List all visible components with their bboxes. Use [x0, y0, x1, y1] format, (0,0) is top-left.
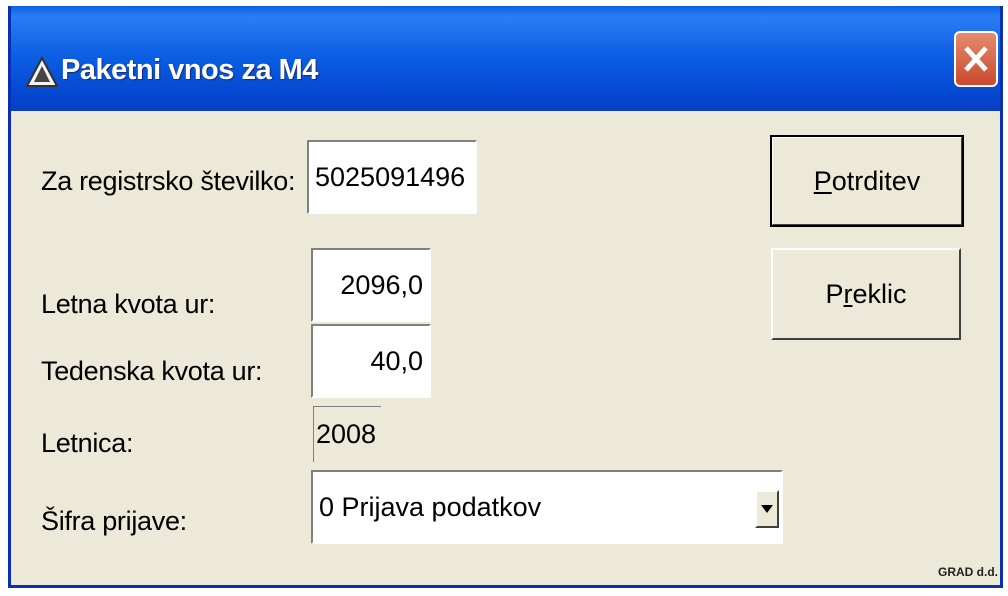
- weekly-quota-field[interactable]: 40,0: [311, 324, 431, 398]
- dropdown-button[interactable]: [755, 490, 779, 528]
- annual-quota-field[interactable]: 2096,0: [311, 248, 431, 322]
- registration-label: Za registrsko številko:: [41, 166, 296, 196]
- annual-quota-label: Letna kvota ur:: [41, 289, 216, 319]
- confirm-button[interactable]: Potrditev: [770, 135, 964, 227]
- code-label: Šifra prijave:: [41, 506, 187, 536]
- chevron-down-icon: [761, 505, 773, 513]
- watermark: GRAD d.d.: [938, 565, 998, 579]
- year-value: 2008: [313, 406, 381, 462]
- cancel-button[interactable]: Preklic: [771, 248, 961, 340]
- code-select[interactable]: 0 Prijava podatkov: [311, 470, 783, 544]
- year-label: Letnica:: [41, 428, 134, 458]
- confirm-button-label: Potrditev: [813, 166, 921, 196]
- registration-number-field[interactable]: 5025091496: [307, 140, 477, 214]
- close-icon: [964, 46, 988, 72]
- code-select-value: 0 Prijava podatkov: [319, 492, 542, 522]
- title-bar[interactable]: Paketni vnos za M4: [11, 6, 1000, 111]
- weekly-quota-label: Tedenska kvota ur:: [41, 356, 263, 386]
- dialog-window: Paketni vnos za M4 Za registrsko številk…: [8, 6, 1003, 588]
- cancel-button-label: Preklic: [825, 279, 907, 309]
- warning-triangle-icon: [25, 55, 59, 89]
- window-title: Paketni vnos za M4: [61, 54, 318, 86]
- close-button[interactable]: [954, 31, 998, 87]
